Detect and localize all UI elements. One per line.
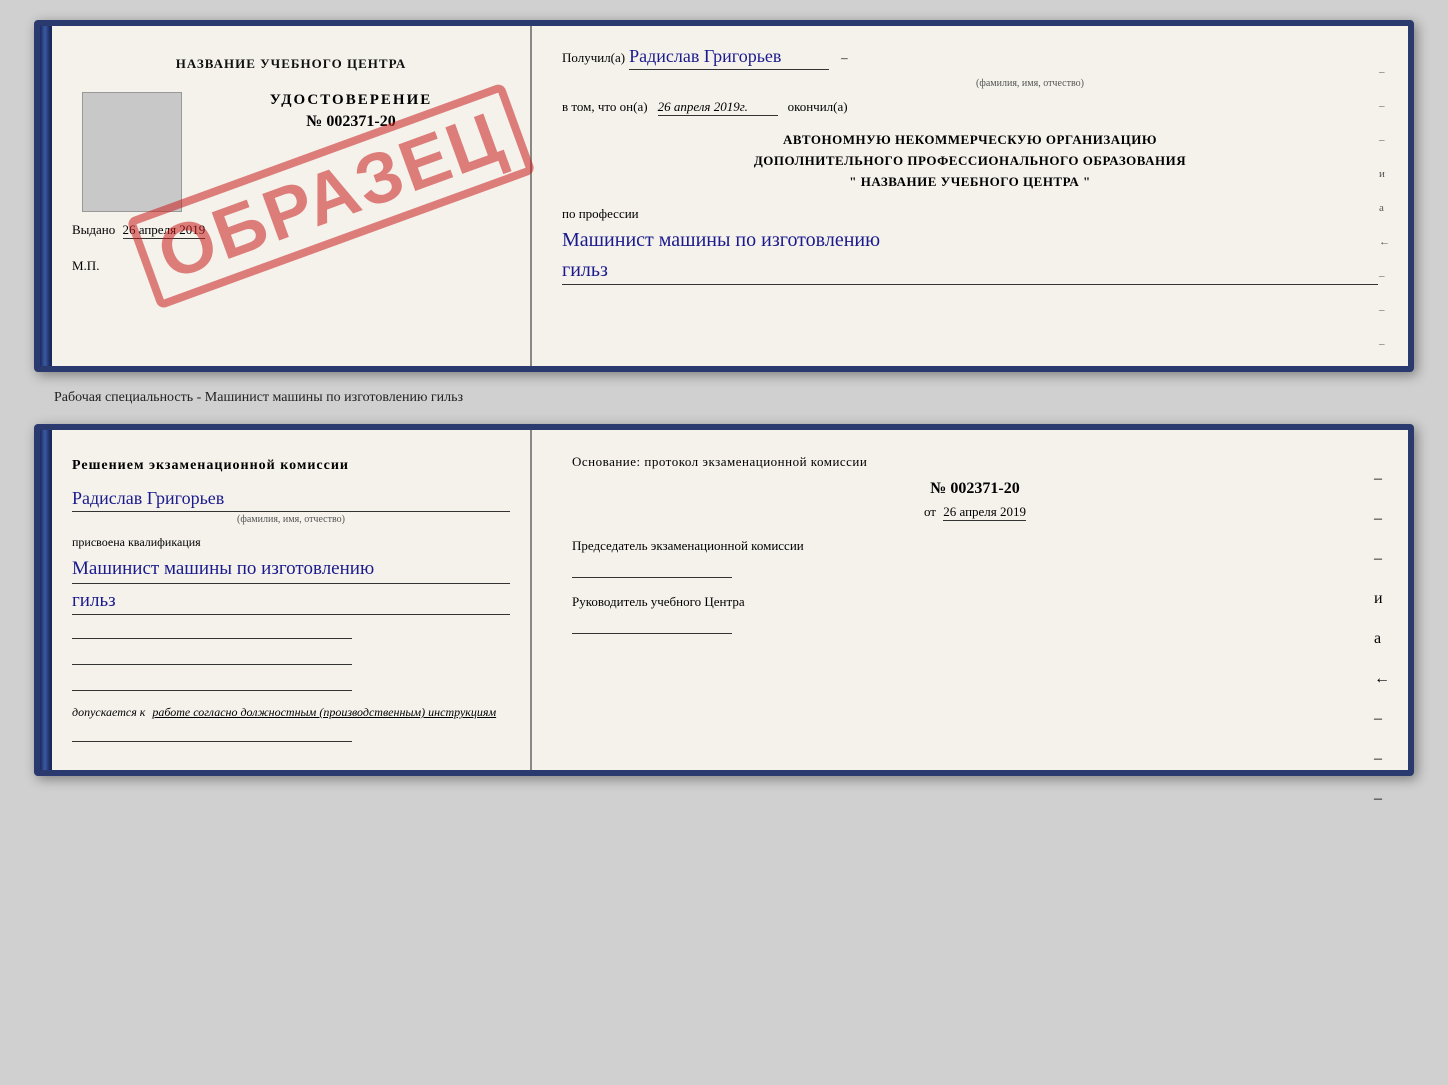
- profession-handwritten-1: Машинист машины по изготовлению: [562, 226, 1378, 254]
- qualification-line2: гильз: [72, 588, 510, 616]
- person-name-top: Радислав Григорьев: [629, 46, 829, 70]
- bottom-cert-right-page: Основание: протокол экзаменационной коми…: [532, 430, 1408, 770]
- margin-a: а: [1379, 202, 1390, 214]
- protocol-date-prefix: от: [924, 504, 936, 519]
- center-head-label: Руководитель учебного Центра: [572, 594, 1378, 610]
- protocol-date-value: 26 апреля 2019: [943, 504, 1026, 521]
- profession-label: по профессии: [562, 206, 1378, 222]
- osnov-label: Основание: протокол экзаменационной коми…: [572, 454, 1378, 470]
- issued-date: 26 апреля 2019: [123, 222, 206, 239]
- margin-i: и: [1379, 168, 1390, 180]
- org-line2: ДОПОЛНИТЕЛЬНОГО ПРОФЕССИОНАЛЬНОГО ОБРАЗО…: [562, 151, 1378, 172]
- protocol-date: от 26 апреля 2019: [572, 504, 1378, 520]
- book-spine-bottom: [40, 430, 52, 770]
- book-spine: [40, 26, 52, 366]
- margin-dash-b4: –: [1374, 710, 1390, 728]
- top-cert-right-page: Получил(а) Радислав Григорьев – (фамилия…: [532, 26, 1408, 366]
- margin-a-b: а: [1374, 630, 1390, 648]
- margin-dash-b5: –: [1374, 750, 1390, 768]
- margin-dash-b3: –: [1374, 550, 1390, 568]
- margin-dash-1: –: [1379, 66, 1390, 78]
- u-line-1: [72, 621, 352, 639]
- name-caption-bottom: (фамилия, имя, отчество): [72, 514, 510, 525]
- org-line3: " НАЗВАНИЕ УЧЕБНОГО ЦЕНТРА ": [562, 172, 1378, 193]
- issued-label: Выдано: [72, 222, 115, 237]
- extra-underlines-left: [72, 621, 510, 691]
- date-prefix: в том, что он(а): [562, 99, 648, 115]
- top-cert-left-page: НАЗВАНИЕ УЧЕБНОГО ЦЕНТРА УДОСТОВЕРЕНИЕ №…: [52, 26, 532, 366]
- right-margin-indicators: – – – и а ← – – –: [1379, 66, 1390, 350]
- profession-handwritten-2: гильз: [562, 256, 1378, 285]
- top-certificate-book: НАЗВАНИЕ УЧЕБНОГО ЦЕНТРА УДОСТОВЕРЕНИЕ №…: [34, 20, 1414, 372]
- org-title-top: НАЗВАНИЕ УЧЕБНОГО ЦЕНТРА: [72, 56, 510, 72]
- protocol-number: № 002371-20: [572, 480, 1378, 498]
- chairman-sign-line: [572, 558, 732, 578]
- margin-dash-5: –: [1379, 304, 1390, 316]
- center-head-sign-line: [572, 614, 732, 634]
- margin-arrow: ←: [1379, 236, 1390, 248]
- date-value: 26 апреля 2019г.: [658, 99, 778, 116]
- issued-line: Выдано 26 апреля 2019: [72, 222, 510, 238]
- u-line-3: [72, 673, 352, 691]
- margin-i-b: и: [1374, 590, 1390, 608]
- margin-dash-6: –: [1379, 338, 1390, 350]
- right-margin-indicators-bottom: – – – и а ← – – –: [1374, 470, 1390, 808]
- org-line1: АВТОНОМНУЮ НЕКОММЕРЧЕСКУЮ ОРГАНИЗАЦИЮ: [562, 130, 1378, 151]
- date-line: в том, что он(а) 26 апреля 2019г. окончи…: [562, 99, 1378, 116]
- margin-dash-2: –: [1379, 100, 1390, 112]
- margin-dash-3: –: [1379, 134, 1390, 146]
- margin-dash-b6: –: [1374, 790, 1390, 808]
- bottom-certificate-book: Решением экзаменационной комиссии Радисл…: [34, 424, 1414, 776]
- u-line-2: [72, 647, 352, 665]
- allowed-text: работе согласно должностным (производств…: [152, 705, 496, 719]
- mp-label: М.П.: [72, 258, 510, 274]
- name-caption-top: (фамилия, имя, отчество): [682, 78, 1378, 89]
- org-block: АВТОНОМНУЮ НЕКОММЕРЧЕСКУЮ ОРГАНИЗАЦИЮ ДО…: [562, 130, 1378, 192]
- decision-text: Решением экзаменационной комиссии: [72, 458, 510, 474]
- cert-id-label: УДОСТОВЕРЕНИЕ: [192, 92, 510, 109]
- center-head-block: Руководитель учебного Центра: [572, 594, 1378, 634]
- allowed-label: допускается к: [72, 705, 145, 719]
- date-suffix: окончил(а): [788, 99, 848, 115]
- qualification-line1: Машинист машины по изготовлению: [72, 556, 510, 584]
- assigned-label: присвоена квалификация: [72, 535, 510, 550]
- u-line-4: [72, 724, 352, 742]
- received-line: Получил(а) Радислав Григорьев –: [562, 46, 1378, 70]
- margin-dash-b1: –: [1374, 470, 1390, 488]
- bottom-specialty-label: Рабочая специальность - Машинист машины …: [54, 390, 463, 406]
- bottom-cert-left-page: Решением экзаменационной комиссии Радисл…: [52, 430, 532, 770]
- received-label: Получил(а): [562, 50, 625, 66]
- cert-id-number: № 002371-20: [306, 113, 395, 130]
- margin-dash-4: –: [1379, 270, 1390, 282]
- margin-arrow-b: ←: [1374, 670, 1390, 688]
- photo-placeholder: [82, 92, 182, 212]
- chairman-label: Председатель экзаменационной комиссии: [572, 538, 1378, 554]
- person-name-bottom: Радислав Григорьев: [72, 488, 510, 512]
- allowed-text-block: допускается к работе согласно должностны…: [72, 705, 510, 720]
- margin-dash-b2: –: [1374, 510, 1390, 528]
- chairman-block: Председатель экзаменационной комиссии: [572, 538, 1378, 578]
